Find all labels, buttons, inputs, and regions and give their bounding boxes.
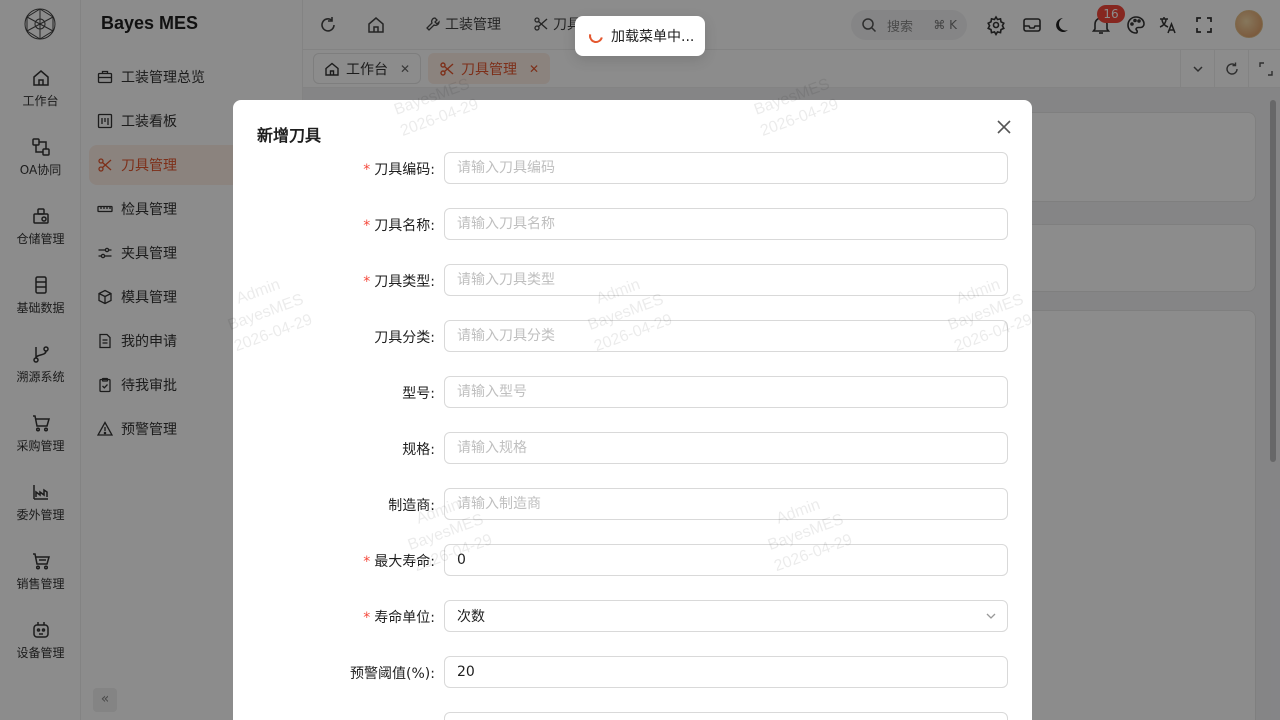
add-cutter-dialog: 新增刀具 *刀具编码: *刀具名称: *刀具类型: 刀具分类: 型号: 规格: …: [226, 76, 1035, 720]
cutter-code-input[interactable]: [444, 152, 1008, 184]
chevron-down-icon: [986, 613, 996, 619]
field-label: 刀具分类:: [374, 330, 435, 346]
app-root: 工作台 OA协同 仓储管理 基础数据 溯源系统 采购管理 委外管理 销售管理 设…: [0, 0, 1280, 720]
field-manufacturer: 制造商:: [233, 488, 1032, 520]
life-unit-select[interactable]: 次数: [444, 600, 1008, 632]
field-max-life: * 最大寿命:: [233, 544, 1032, 576]
field-label: 规格:: [402, 442, 435, 458]
field-cutter-code: * 刀具编码:: [233, 152, 1032, 184]
field-label: 预警阈值(%):: [350, 666, 435, 682]
loading-toast: 加载菜单中...: [575, 16, 705, 56]
field-label: * 刀具类型:: [363, 274, 435, 290]
loading-spinner-icon: [586, 26, 606, 46]
field-label: * 刀具编码:: [363, 162, 435, 178]
field-label: * 寿命单位:: [363, 610, 435, 626]
alert-threshold-input[interactable]: [444, 656, 1008, 688]
field-label: 型号:: [402, 386, 435, 402]
model-input[interactable]: [444, 376, 1008, 408]
field-label: * 刀具名称:: [363, 218, 435, 234]
field-spec: 规格:: [233, 432, 1032, 464]
page-scrollbar[interactable]: [1270, 100, 1276, 462]
field-alert-threshold: 预警阈值(%):: [233, 656, 1032, 688]
cutter-type-input[interactable]: [444, 264, 1008, 296]
toast-text: 加载菜单中...: [611, 29, 695, 45]
spec-input[interactable]: [444, 432, 1008, 464]
cutter-category-input[interactable]: [444, 320, 1008, 352]
field-model: 型号:: [233, 376, 1032, 408]
close-icon[interactable]: [993, 116, 1015, 138]
field-next: [233, 712, 1032, 720]
field-life-unit: * 寿命单位: 次数: [233, 600, 1032, 632]
cutter-name-input[interactable]: [444, 208, 1008, 240]
next-field-input[interactable]: [444, 712, 1008, 720]
field-cutter-name: * 刀具名称:: [233, 208, 1032, 240]
dialog-title: 新增刀具: [257, 126, 322, 145]
select-value: 次数: [457, 609, 485, 625]
max-life-input[interactable]: [444, 544, 1008, 576]
manufacturer-input[interactable]: [444, 488, 1008, 520]
